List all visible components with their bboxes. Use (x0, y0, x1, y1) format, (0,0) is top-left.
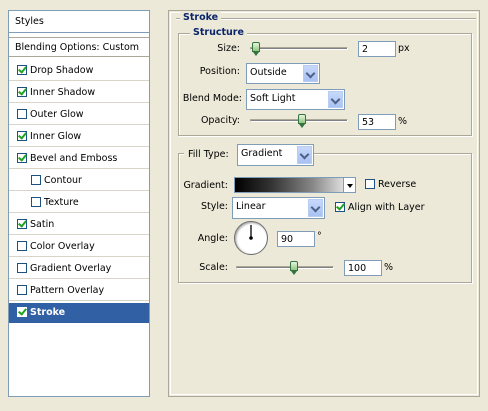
structure-title: Structure (190, 27, 247, 38)
scale-input[interactable]: 100 (344, 260, 382, 276)
style-item-inner-glow[interactable]: Inner Glow (9, 127, 149, 147)
scale-label: Scale: (199, 262, 228, 273)
style-checkbox[interactable] (17, 131, 27, 141)
style-item-pattern-overlay[interactable]: Pattern Overlay (9, 281, 149, 301)
style-item-texture[interactable]: Texture (9, 193, 149, 213)
style-checkbox[interactable] (31, 197, 41, 207)
angle-needle-icon (249, 225, 253, 240)
gradient-swatch[interactable] (234, 177, 356, 193)
style-select[interactable]: Linear (232, 197, 325, 219)
size-input[interactable]: 2 (358, 41, 396, 57)
opacity-slider-thumb[interactable] (297, 114, 306, 128)
gradient-label: Gradient: (183, 180, 228, 191)
style-item-label: Stroke (30, 307, 66, 318)
align-checkbox-row[interactable]: Align with Layer (335, 202, 425, 213)
style-label: Style: (200, 201, 228, 212)
style-item-label: Texture (44, 197, 79, 208)
angle-label: Angle: (197, 233, 228, 244)
scale-slider-thumb[interactable] (290, 261, 298, 275)
style-item-gradient-overlay[interactable]: Gradient Overlay (9, 259, 149, 279)
style-item-label: Inner Glow (30, 131, 82, 142)
style-item-drop-shadow[interactable]: Drop Shadow (9, 61, 149, 81)
style-item-label: Color Overlay (30, 241, 95, 252)
angle-input[interactable]: 90 (277, 231, 315, 247)
opacity-unit: % (398, 116, 408, 127)
style-checkbox[interactable] (17, 219, 27, 229)
style-item-color-overlay[interactable]: Color Overlay (9, 237, 149, 257)
chevron-down-icon[interactable] (303, 65, 318, 82)
angle-unit: ° (317, 231, 322, 242)
style-item-label: Bevel and Emboss (30, 153, 118, 164)
style-checkbox[interactable] (17, 109, 27, 119)
stroke-title: Stroke (180, 12, 222, 23)
reverse-checkbox-row[interactable]: Reverse (365, 179, 416, 190)
reverse-label: Reverse (378, 179, 417, 190)
style-item-label: Pattern Overlay (30, 285, 105, 296)
style-item-contour[interactable]: Contour (9, 171, 149, 191)
style-item-inner-shadow[interactable]: Inner Shadow (9, 83, 149, 103)
style-checkbox[interactable] (17, 241, 27, 251)
align-with-layer-checkbox[interactable] (335, 202, 345, 212)
size-slider-thumb[interactable] (251, 42, 260, 56)
fill-type-value: Gradient (241, 148, 283, 159)
fill-type-select[interactable]: Gradient (237, 144, 314, 166)
style-item-label: Satin (30, 219, 55, 230)
style-checkbox[interactable] (17, 285, 27, 295)
size-slider-track[interactable] (250, 47, 348, 50)
blend-mode-select[interactable]: Soft Light (246, 89, 345, 110)
style-item-label: Outer Glow (30, 109, 84, 120)
style-item-stroke[interactable]: Stroke (9, 303, 149, 323)
style-item-label: Contour (44, 175, 82, 186)
style-item-label: Gradient Overlay (30, 263, 112, 274)
blend-mode-value: Soft Light (250, 93, 296, 104)
reverse-checkbox[interactable] (365, 179, 375, 189)
size-unit: px (398, 43, 410, 54)
chevron-down-icon[interactable] (328, 91, 343, 108)
chevron-down-icon[interactable] (297, 146, 312, 164)
opacity-label: Opacity: (200, 115, 240, 126)
scale-unit: % (384, 262, 394, 273)
style-checkbox[interactable] (17, 65, 27, 75)
chevron-down-icon[interactable] (308, 199, 323, 217)
style-checkbox[interactable] (17, 87, 27, 97)
styles-header[interactable]: Styles (9, 11, 149, 33)
opacity-input[interactable]: 53 (358, 114, 396, 130)
style-item-label: Drop Shadow (30, 65, 94, 76)
blend-mode-label: Blend Mode: (182, 93, 242, 104)
scale-slider-track[interactable] (236, 266, 334, 269)
position-select[interactable]: Outside (246, 63, 320, 84)
blending-options-item[interactable]: Blending Options: Custom (9, 37, 149, 57)
align-label: Align with Layer (348, 202, 425, 213)
style-item-outer-glow[interactable]: Outer Glow (9, 105, 149, 125)
style-checkbox[interactable] (17, 153, 27, 163)
style-value: Linear (236, 201, 266, 212)
style-item-bevel-and-emboss[interactable]: Bevel and Emboss (9, 149, 149, 169)
fill-type-label: Fill Type: (188, 149, 229, 160)
style-checkbox[interactable] (17, 263, 27, 273)
size-label: Size: (217, 43, 240, 54)
position-value: Outside (250, 67, 287, 78)
styles-list: Styles Blending Options: Custom Drop Sha… (8, 10, 150, 397)
style-item-satin[interactable]: Satin (9, 215, 149, 235)
angle-dial[interactable] (234, 221, 268, 255)
style-checkbox[interactable] (17, 307, 27, 317)
gradient-dropdown-icon[interactable] (343, 178, 355, 192)
style-item-label: Inner Shadow (30, 87, 96, 98)
style-checkbox[interactable] (31, 175, 41, 185)
position-label: Position: (199, 66, 240, 77)
